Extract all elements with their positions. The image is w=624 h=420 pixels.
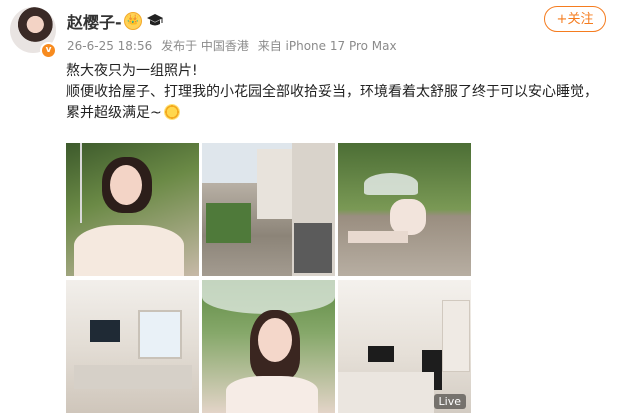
post-text-line: 熬大夜只为一组照片! [66, 63, 198, 79]
photo-thumbnail[interactable] [66, 143, 199, 276]
post-timestamp[interactable]: 26-6-25 18:56 [67, 39, 152, 53]
photo-thumbnail[interactable] [338, 143, 471, 276]
post-text-content: 顺便收拾屋子、打理我的小花园全部收拾妥当，环境看着太舒服了终于可以安心睡觉，累并… [66, 84, 598, 121]
photo-thumbnail[interactable] [202, 143, 335, 276]
verified-icon: v [40, 42, 57, 59]
post-text-line: 顺便收拾屋子、打理我的小花园全部收拾妥当，环境看着太舒服了终于可以安心睡觉，累并… [66, 82, 611, 124]
live-badge: Live [433, 394, 466, 409]
post-meta: 26-6-25 18:56 发布于 中国香港 来自 iPhone 17 Pro … [67, 37, 402, 54]
photo-thumbnail[interactable]: Live [338, 280, 471, 413]
post-device: 来自 iPhone 17 Pro Max [257, 39, 397, 53]
follow-button[interactable]: +关注 [544, 6, 606, 32]
username[interactable]: 赵樱子- [67, 9, 122, 33]
photo-grid: Live [66, 143, 471, 413]
post-text: 熬大夜只为一组照片! 顺便收拾屋子、打理我的小花园全部收拾妥当，环境看着太舒服了… [66, 61, 611, 124]
sun-emoji-icon [163, 104, 180, 120]
post-location: 发布于 中国香港 [161, 39, 249, 53]
graduation-cap-icon [147, 14, 163, 26]
photo-thumbnail[interactable] [202, 280, 335, 413]
level-badge-icon: 👑 [124, 12, 142, 30]
photo-thumbnail[interactable] [66, 280, 199, 413]
